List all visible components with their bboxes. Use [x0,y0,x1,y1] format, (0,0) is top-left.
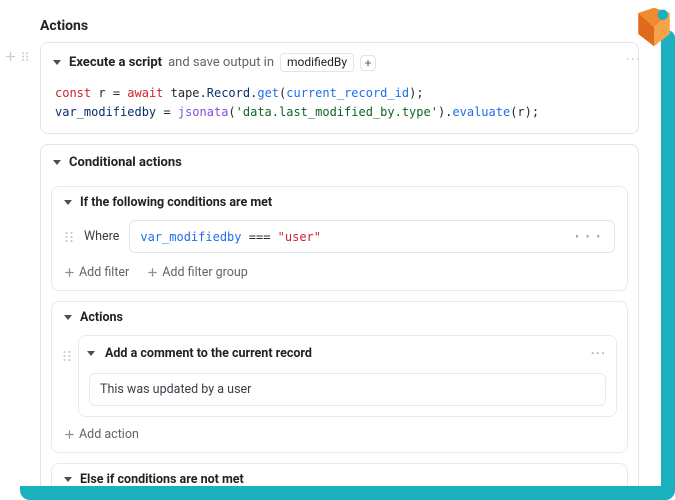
caret-down-icon [64,200,72,205]
page-title: Actions [40,18,639,34]
caret-down-icon [64,477,72,482]
automation-panel: ··· Actions Execute a script and save ou… [0,0,661,486]
condition-expression-input[interactable]: var_modifiedby === "user" ··· [129,220,615,253]
else-block-header[interactable]: Else if conditions are not met [52,464,627,486]
block-menu-icon[interactable]: ··· [625,50,641,69]
caret-down-icon [53,60,61,65]
conditional-actions-header[interactable]: Conditional actions [41,145,638,178]
plus-icon[interactable] [4,50,17,63]
add-filter-button[interactable]: Add filter [64,265,129,280]
add-filter-label: Add filter [79,265,129,280]
script-action-header[interactable]: Execute a script and save output in modi… [41,43,638,80]
add-action-label: Add action [79,427,139,442]
drag-handle-icon[interactable] [62,349,72,367]
expr-var: var_modifiedby [140,230,241,244]
then-actions-block: Actions Add a comment to the current rec… [51,301,628,453]
add-filter-group-label: Add filter group [162,265,248,280]
caret-down-icon [87,351,95,356]
script-action-title: Execute a script [69,55,162,70]
accent-bottom [20,486,675,500]
script-action-card: Execute a script and save output in modi… [40,42,639,134]
caret-down-icon [64,315,72,320]
script-code-editor[interactable]: const r = await tape.Record.get(current_… [41,80,638,133]
add-output-button[interactable]: + [360,55,376,71]
caret-down-icon [53,160,61,165]
filter-links: Add filter Add filter group [52,263,627,290]
else-block: Else if conditions are not met Add a com… [51,463,628,486]
condition-menu-icon[interactable]: ··· [572,227,604,246]
expr-str: "user" [278,230,321,244]
accent-right [661,30,675,500]
app-logo-icon [633,6,675,48]
output-variable-chip[interactable]: modifiedBy [280,53,354,72]
drag-handle-icon[interactable] [19,50,32,63]
block-gutter [4,50,32,63]
conditional-actions-card: Conditional actions If the following con… [40,144,639,486]
conditional-actions-title: Conditional actions [69,155,182,170]
script-action-subtitle: and save output in [168,55,274,70]
expr-op: === [242,230,278,244]
plus-icon [147,267,158,278]
drag-handle-icon[interactable] [64,230,74,244]
if-block-title: If the following conditions are met [80,195,272,210]
action-item-header[interactable]: Add a comment to the current record [87,346,312,361]
if-block-header[interactable]: If the following conditions are met [52,187,627,216]
action-item: Add a comment to the current record ··· … [78,335,617,417]
then-actions-header[interactable]: Actions [52,302,627,331]
add-filter-group-button[interactable]: Add filter group [147,265,248,280]
if-block: If the following conditions are met Wher… [51,186,628,291]
plus-icon [64,267,75,278]
action-item-title: Add a comment to the current record [105,346,312,361]
comment-text-input[interactable]: This was updated by a user [89,373,606,406]
action-item-menu-icon[interactable]: ··· [590,344,606,363]
where-label: Where [84,229,119,244]
else-block-title: Else if conditions are not met [80,472,244,486]
add-action-button[interactable]: Add action [52,425,627,452]
then-actions-title: Actions [80,310,123,325]
condition-row: Where var_modifiedby === "user" ··· [52,216,627,263]
plus-icon [64,429,75,440]
